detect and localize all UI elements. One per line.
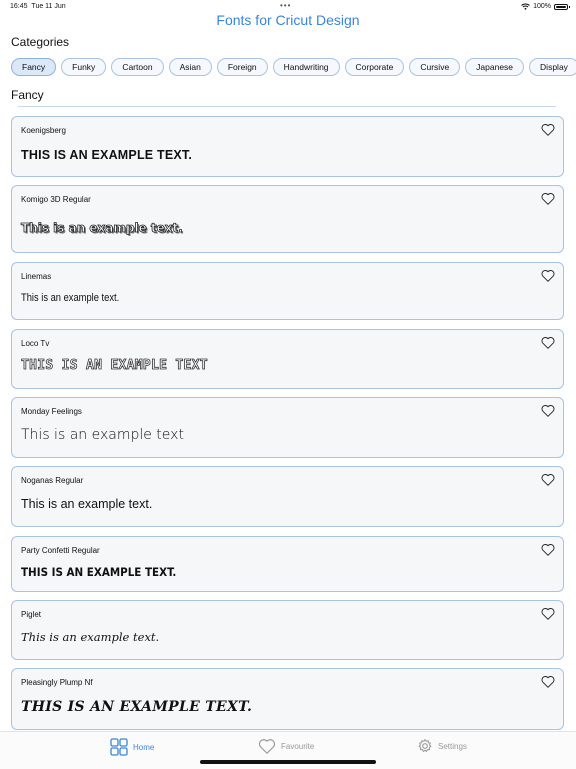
app-title: Fonts for Cricut Design: [216, 12, 360, 28]
heart-icon[interactable]: [541, 123, 555, 136]
grid-icon: [110, 738, 128, 756]
status-right: 100%: [521, 3, 570, 10]
font-sample: This is an example text: [21, 427, 184, 443]
divider: [18, 106, 556, 107]
font-name: Monday Feelings: [21, 407, 82, 416]
category-chip-foreign[interactable]: Foreign: [216, 58, 268, 76]
multitasking-dots-icon[interactable]: •••: [280, 1, 291, 10]
font-name: Koenigsberg: [21, 126, 66, 135]
heart-icon[interactable]: [541, 336, 555, 349]
home-indicator: [200, 760, 376, 764]
font-sample: This is an example text.: [21, 497, 153, 511]
font-name: Noganas Regular: [21, 476, 84, 485]
category-chips: Fancy Funky Cartoon Asian Foreign Handwr…: [11, 58, 576, 76]
font-card[interactable]: Party Confetti Regular THIS IS AN EXAMPL…: [11, 536, 564, 592]
font-name: Komigo 3D Regular: [21, 195, 91, 204]
font-sample: This is an example text.: [21, 221, 184, 236]
font-name: Pleasingly Plump Nf: [21, 678, 93, 687]
font-card[interactable]: Noganas Regular This is an example text.: [11, 466, 564, 527]
tab-favourite-label: Favourite: [281, 741, 315, 751]
font-sample: THIS IS AN EXAMPLE TEXT.: [21, 565, 177, 579]
heart-icon[interactable]: [541, 473, 555, 486]
wifi-icon: [521, 3, 530, 10]
category-chip-display[interactable]: Display: [529, 58, 576, 76]
font-name: Party Confetti Regular: [21, 546, 100, 555]
heart-icon[interactable]: [541, 269, 555, 282]
font-card[interactable]: Piglet This is an example text.: [11, 600, 564, 660]
font-card[interactable]: Monday Feelings This is an example text: [11, 397, 564, 458]
category-chip-japanese[interactable]: Japanese: [465, 58, 525, 76]
font-card[interactable]: Linemas This is an example text.: [11, 262, 564, 320]
category-chip-handwriting[interactable]: Handwriting: [272, 58, 340, 76]
heart-icon[interactable]: [541, 543, 555, 556]
selected-category-heading: Fancy: [11, 88, 44, 102]
battery-icon: [554, 3, 570, 10]
font-name: Loco Tv: [21, 339, 50, 348]
battery-percent: 100%: [533, 3, 551, 10]
category-chip-cursive[interactable]: Cursive: [409, 58, 461, 76]
category-chip-corporate[interactable]: Corporate: [344, 58, 405, 76]
category-chip-cartoon[interactable]: Cartoon: [111, 58, 164, 76]
font-sample: This is an example text.: [21, 630, 160, 644]
heart-icon: [258, 739, 276, 754]
font-sample: THIS IS AN EXAMPLE TEXT.: [21, 148, 193, 162]
tab-favourite[interactable]: Favourite: [258, 738, 314, 754]
tab-home-label: Home: [133, 742, 155, 752]
font-name: Linemas: [21, 272, 52, 281]
font-sample: This is an example text.: [21, 292, 120, 304]
font-card[interactable]: Pleasingly Plump Nf THIS IS AN EXAMPLE T…: [11, 668, 564, 730]
tab-settings-label: Settings: [438, 741, 467, 751]
font-card[interactable]: Koenigsberg THIS IS AN EXAMPLE TEXT.: [11, 116, 564, 177]
heart-icon[interactable]: [541, 675, 555, 688]
gear-icon: [418, 739, 432, 752]
heart-icon[interactable]: [541, 607, 555, 620]
status-time: 16:45 Tue 11 Jun: [10, 3, 66, 10]
categories-heading: Categories: [11, 35, 70, 49]
heart-icon[interactable]: [541, 404, 555, 417]
tab-home[interactable]: Home: [110, 738, 154, 756]
font-sample: THIS IS AN EXAMPLE TEXT.: [21, 699, 253, 715]
font-card[interactable]: Loco Tv THIS IS AN EXAMPLE TEXT: [11, 329, 564, 389]
font-card[interactable]: Komigo 3D Regular This is an example tex…: [11, 185, 564, 253]
heart-icon[interactable]: [541, 192, 555, 205]
font-sample: THIS IS AN EXAMPLE TEXT: [21, 358, 208, 374]
tab-settings[interactable]: Settings: [417, 738, 467, 754]
category-chip-asian[interactable]: Asian: [168, 58, 212, 76]
category-chip-fancy[interactable]: Fancy: [11, 58, 57, 76]
category-chip-funky[interactable]: Funky: [61, 58, 107, 76]
font-name: Piglet: [21, 610, 42, 619]
